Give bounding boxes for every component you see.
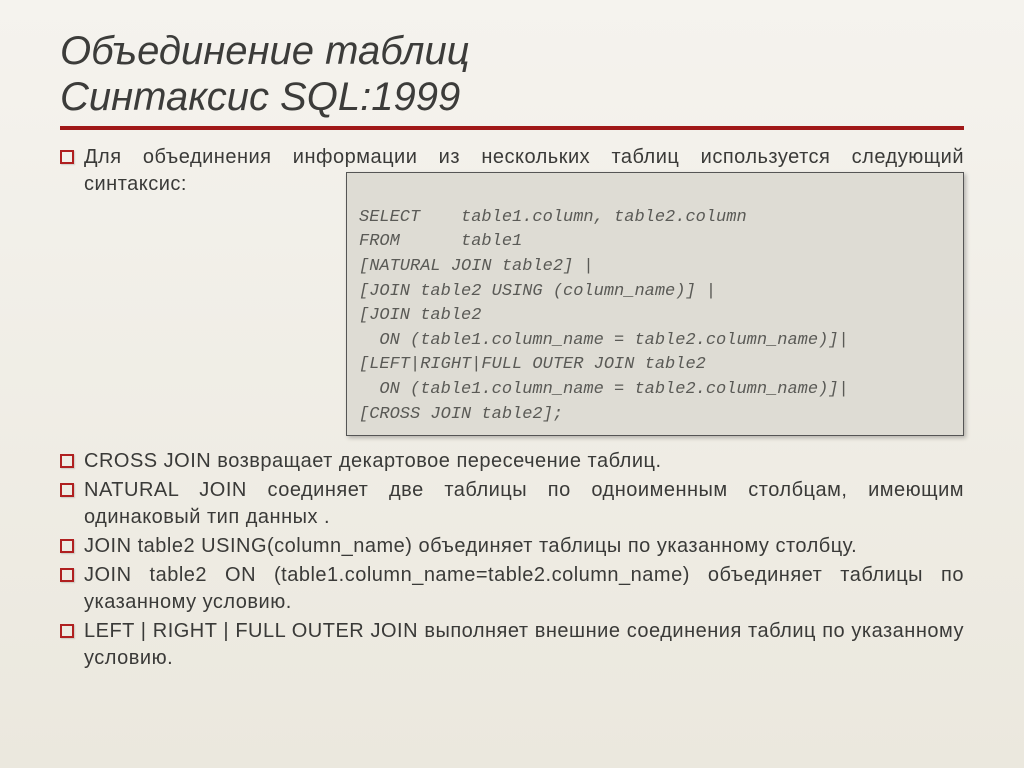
bullet-icon (60, 568, 74, 582)
bullet-icon (60, 483, 74, 497)
list-item: NATURAL JOIN соединяет две таблицы по од… (60, 477, 964, 531)
code-line: ON (table1.column_name = table2.column_n… (359, 331, 849, 350)
code-line: ON (table1.column_name = table2.column_n… (359, 380, 849, 399)
bullet-icon (60, 624, 74, 638)
bullet-list: CROSS JOIN возвращает декартовое пересеч… (60, 448, 964, 672)
bullet-text: JOIN table2 ON (table1.column_name=table… (84, 562, 964, 616)
title-line-1: Объединение таблиц (60, 29, 470, 73)
code-line: [JOIN table2 (359, 306, 481, 325)
bullet-text: NATURAL JOIN соединяет две таблицы по од… (84, 477, 964, 531)
list-item: CROSS JOIN возвращает декартовое пересеч… (60, 448, 964, 475)
code-line: SELECT table1.column, table2.column (359, 208, 747, 227)
code-line: FROM table1 (359, 232, 522, 251)
bullet-icon (60, 150, 74, 164)
bullet-text: CROSS JOIN возвращает декартовое пересеч… (84, 448, 964, 475)
bullet-icon (60, 539, 74, 553)
code-line: [NATURAL JOIN table2] | (359, 257, 594, 276)
title-line-2: Синтаксис SQL:1999 (60, 75, 460, 119)
list-item: JOIN table2 USING(column_name) объединяе… (60, 533, 964, 560)
bullet-text: LEFT | RIGHT | FULL OUTER JOIN выполняет… (84, 618, 964, 672)
code-box: SELECT table1.column, table2.column FROM… (346, 172, 964, 436)
list-item: LEFT | RIGHT | FULL OUTER JOIN выполняет… (60, 618, 964, 672)
slide-title: Объединение таблиц Синтаксис SQL:1999 (60, 28, 964, 120)
code-line: [JOIN table2 USING (column_name)] | (359, 282, 716, 301)
list-item: JOIN table2 ON (table1.column_name=table… (60, 562, 964, 616)
code-line: [CROSS JOIN table2]; (359, 405, 563, 424)
code-line: [LEFT|RIGHT|FULL OUTER JOIN table2 (359, 355, 706, 374)
title-underline (60, 126, 964, 130)
slide: Объединение таблиц Синтаксис SQL:1999 Дл… (0, 0, 1024, 694)
bullet-icon (60, 454, 74, 468)
bullet-text: JOIN table2 USING(column_name) объединяе… (84, 533, 964, 560)
